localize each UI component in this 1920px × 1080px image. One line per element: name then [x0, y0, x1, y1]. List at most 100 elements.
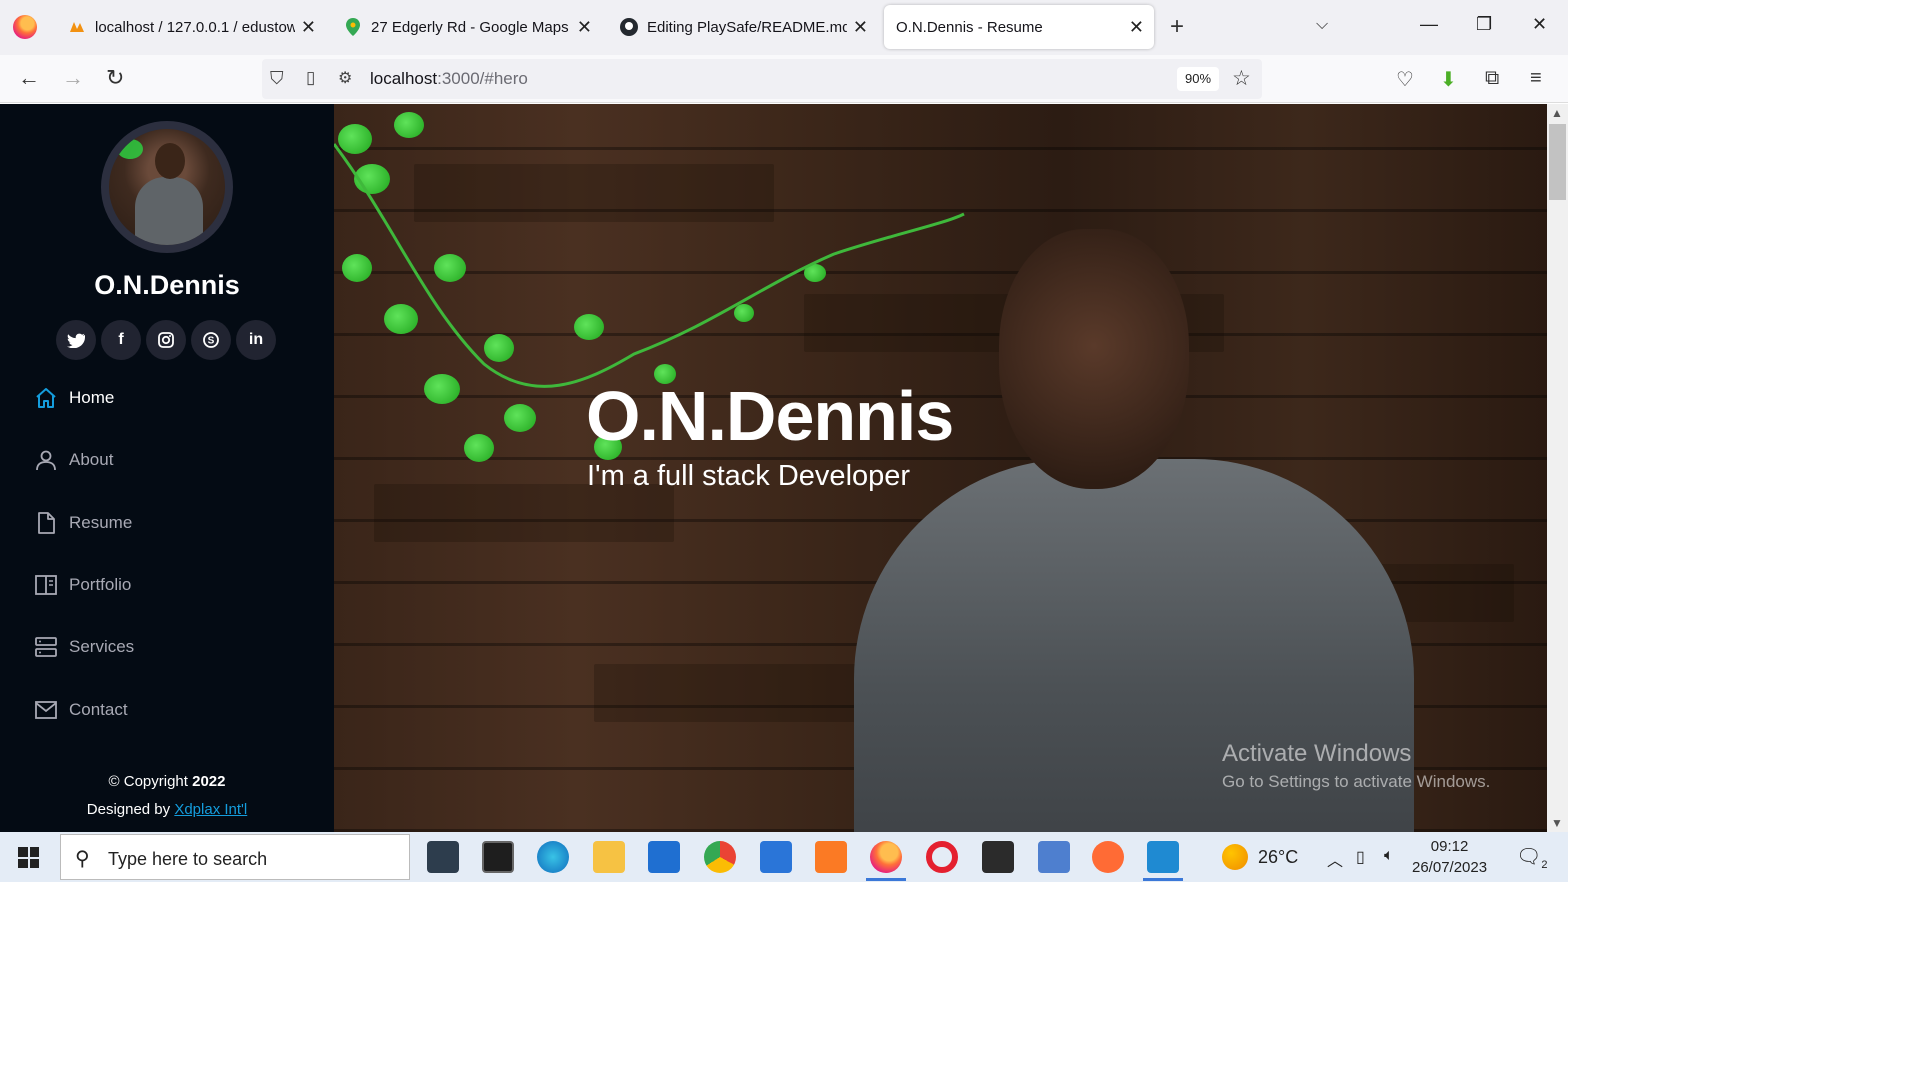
sidebar: O.N.Dennis f S in Home About Resume Port…	[0, 104, 334, 832]
firefox-taskbar-icon[interactable]	[866, 841, 906, 881]
nav-services[interactable]: Services	[34, 627, 294, 667]
permissions-icon[interactable]: ⚙	[338, 68, 352, 88]
profile-photo	[101, 121, 233, 253]
watermark-title: Activate Windows	[1222, 740, 1412, 767]
reload-icon[interactable]: ↻	[106, 65, 124, 91]
nav-contact[interactable]: Contact	[34, 690, 294, 730]
nav-services-label: Services	[69, 637, 135, 656]
restore-icon[interactable]: ❐	[1476, 14, 1492, 35]
sublime-icon[interactable]	[1092, 841, 1124, 873]
sticky-notes-icon[interactable]	[982, 841, 1014, 873]
taskbar-search[interactable]: ⚲ Type here to search	[60, 834, 410, 880]
edge-icon[interactable]	[537, 841, 569, 873]
notification-icon[interactable]: 🗨︎2	[1516, 844, 1548, 871]
power-automate-icon[interactable]	[427, 841, 459, 873]
shield-icon[interactable]: ⛉	[270, 68, 284, 89]
tab-label: localhost / 127.0.0.1 / edustow	[95, 18, 295, 36]
close-icon[interactable]: ✕	[301, 17, 316, 38]
menu-icon[interactable]: ≡	[1530, 67, 1542, 90]
close-icon[interactable]: ✕	[1129, 17, 1144, 38]
nav-resume[interactable]: Resume	[34, 503, 294, 543]
address-bar[interactable]: ⛉ ▯ ⚙ localhost:3000/#hero 90% ☆	[262, 59, 1262, 99]
taskbar-clock[interactable]: 09:12 26/07/2023	[1412, 836, 1487, 878]
zoom-level[interactable]: 90%	[1177, 67, 1219, 91]
vscode-icon[interactable]	[1143, 841, 1183, 881]
tab-label: O.N.Dennis - Resume	[896, 18, 1043, 36]
remote-desktop-icon[interactable]	[1038, 841, 1070, 873]
nav-portfolio-label: Portfolio	[69, 575, 132, 594]
github-icon	[620, 18, 638, 36]
forward-icon[interactable]: →	[62, 65, 84, 91]
nav-about[interactable]: About	[34, 440, 294, 480]
close-icon[interactable]: ✕	[577, 17, 592, 38]
weather-icon	[1222, 844, 1248, 870]
notification-count: 2	[1541, 859, 1548, 871]
facebook-icon[interactable]: f	[101, 320, 141, 360]
profile-head	[155, 143, 185, 179]
file-explorer-icon[interactable]	[593, 841, 625, 873]
windows-start-icon[interactable]	[18, 847, 39, 868]
back-icon[interactable]: ←	[18, 65, 40, 91]
designed-by-label: Designed by	[86, 801, 171, 818]
microsoft-store-icon[interactable]	[648, 841, 680, 873]
social-links: f S in	[56, 320, 276, 360]
opera-icon[interactable]	[926, 841, 958, 873]
tab-google-maps[interactable]: 27 Edgerly Rd - Google Maps ✕	[332, 5, 602, 49]
hero-subtitle: I'm a full stack Developer	[587, 460, 911, 492]
weather-widget[interactable]: 26°C	[1222, 844, 1298, 870]
tab-resume[interactable]: O.N.Dennis - Resume ✕	[884, 5, 1154, 49]
download-icon[interactable]: ⬇	[1440, 67, 1457, 92]
maps-pin-icon	[344, 18, 362, 36]
scroll-up-icon[interactable]: ▲	[1551, 106, 1563, 120]
temperature: 26°C	[1258, 846, 1299, 867]
chevron-down-icon[interactable]: ⌵	[1316, 16, 1328, 34]
tab-github[interactable]: Editing PlaySafe/README.md at ✕	[608, 5, 878, 49]
bookmark-star-icon[interactable]: ☆	[1232, 66, 1251, 91]
scroll-down-icon[interactable]: ▼	[1551, 816, 1563, 830]
document-icon	[34, 511, 58, 535]
profile-body	[135, 177, 203, 245]
hero-title: O.N.Dennis	[586, 377, 954, 455]
extensions-icon[interactable]: ⧉	[1485, 67, 1499, 90]
site-name[interactable]: O.N.Dennis	[0, 270, 334, 301]
search-placeholder: Type here to search	[108, 849, 268, 869]
clock-date: 26/07/2023	[1412, 859, 1488, 876]
chrome-icon[interactable]	[704, 841, 736, 873]
page-viewport: O.N.Dennis f S in Home About Resume Port…	[0, 104, 1547, 832]
volume-icon[interactable]: 🔈︎	[1384, 847, 1394, 865]
url-text[interactable]: localhost:3000/#hero	[370, 69, 528, 89]
nav-resume-label: Resume	[69, 513, 133, 532]
pocket-icon[interactable]: ♡	[1396, 67, 1414, 92]
clock-time: 09:12	[1430, 838, 1469, 855]
battery-icon[interactable]: ▯	[1356, 847, 1365, 867]
svg-text:S: S	[208, 336, 215, 347]
mail-icon[interactable]	[760, 841, 792, 873]
home-icon	[34, 386, 58, 410]
twitter-icon[interactable]	[56, 320, 96, 360]
minimize-icon[interactable]: —	[1420, 14, 1438, 35]
search-icon: ⚲	[75, 848, 90, 870]
vertical-scrollbar[interactable]: ▲ ▼	[1547, 104, 1568, 832]
page-icon[interactable]: ▯	[306, 68, 315, 88]
skype-icon[interactable]: S	[191, 320, 231, 360]
nav-home[interactable]: Home	[34, 378, 294, 418]
window-close-icon[interactable]: ✕	[1532, 14, 1547, 35]
tab-label: Editing PlaySafe/README.md at	[647, 18, 847, 36]
new-tab-icon[interactable]: +	[1170, 13, 1184, 41]
watermark-subtitle: Go to Settings to activate Windows.	[1222, 772, 1491, 791]
server-icon	[34, 635, 58, 659]
tab-phpmyadmin[interactable]: localhost / 127.0.0.1 / edustow ✕	[56, 5, 326, 49]
phpmyadmin-icon	[68, 18, 86, 36]
nav-portfolio[interactable]: Portfolio	[34, 565, 294, 605]
linkedin-icon[interactable]: in	[236, 320, 276, 360]
url-path: :3000/#hero	[437, 69, 528, 88]
sidebar-footer: © Copyright 2022 Designed by Xdplax Int'…	[0, 768, 334, 824]
instagram-icon[interactable]	[146, 320, 186, 360]
firefox-icon[interactable]	[13, 15, 37, 39]
xampp-icon[interactable]	[815, 841, 847, 873]
close-icon[interactable]: ✕	[853, 17, 868, 38]
designer-link[interactable]: Xdplax Int'l	[174, 801, 247, 818]
chevron-up-icon[interactable]: ︿	[1327, 847, 1343, 871]
scroll-thumb[interactable]	[1549, 124, 1566, 200]
terminal-icon[interactable]	[482, 841, 514, 873]
